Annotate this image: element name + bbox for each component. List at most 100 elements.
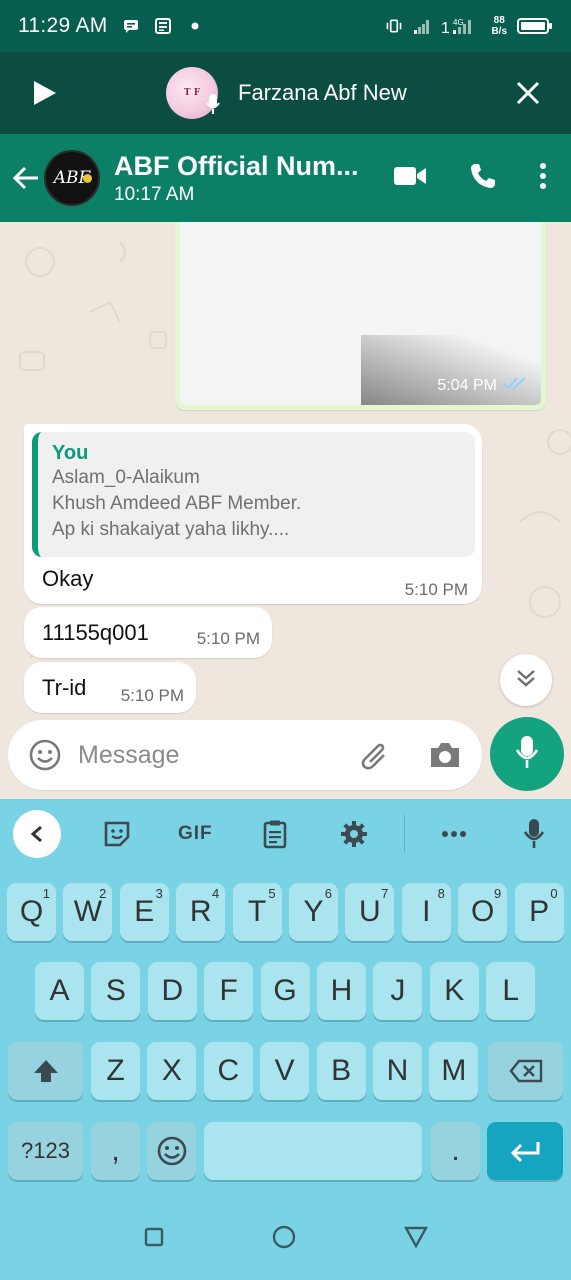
scroll-to-bottom-button[interactable] <box>500 654 552 706</box>
key[interactable]: I8 <box>401 883 451 941</box>
key[interactable]: X <box>147 1042 197 1100</box>
message-time: 5:10 PM <box>196 629 260 648</box>
shift-key[interactable] <box>8 1042 83 1100</box>
message-time: 5:10 PM <box>120 686 184 705</box>
key[interactable]: D <box>147 962 197 1020</box>
home-circle-icon[interactable] <box>272 1225 296 1254</box>
voice-contact-name: Farzana Abf New <box>238 80 407 105</box>
key[interactable]: J <box>373 962 423 1020</box>
key[interactable]: Q1 <box>7 883 56 941</box>
voice-input-icon[interactable] <box>523 819 545 849</box>
comma-key[interactable]: , <box>91 1122 140 1180</box>
voice-call-icon[interactable] <box>469 162 497 195</box>
key[interactable]: S <box>91 962 141 1020</box>
key[interactable]: W2 <box>63 883 113 941</box>
close-icon[interactable] <box>515 80 541 106</box>
key-label: E <box>134 895 155 928</box>
key[interactable]: Z <box>91 1042 140 1100</box>
back-triangle-icon[interactable] <box>403 1226 428 1253</box>
key-label: N <box>386 1054 409 1087</box>
vibrate-icon <box>385 18 403 34</box>
key[interactable]: Y6 <box>289 883 338 941</box>
key-number-hint: 1 <box>42 886 50 901</box>
key[interactable]: A <box>35 962 84 1020</box>
key-number-hint: 2 <box>99 886 107 901</box>
key[interactable]: M <box>429 1042 479 1100</box>
news-notification-icon <box>154 18 172 34</box>
mic-mini-icon <box>206 93 220 115</box>
key[interactable]: U7 <box>345 883 395 941</box>
message-input[interactable]: Message <box>78 741 358 770</box>
image-time: 5:04 PM <box>437 376 497 394</box>
recents-square-icon[interactable] <box>144 1227 164 1252</box>
more-horizontal-icon[interactable] <box>441 819 467 849</box>
key-label: M <box>441 1054 467 1087</box>
emoji-key[interactable] <box>147 1122 196 1180</box>
key[interactable]: O9 <box>458 883 508 941</box>
svg-text:1: 1 <box>441 20 450 35</box>
enter-key[interactable] <box>487 1122 563 1180</box>
video-call-icon[interactable] <box>393 165 427 192</box>
message-text: Okay <box>42 566 94 591</box>
voice-note-bar[interactable]: T F Farzana Abf New <box>0 52 571 134</box>
key-label: W <box>73 895 103 928</box>
status-time: 11:29 AM <box>18 14 108 37</box>
quoted-line: Khush Amdeed ABF Member. <box>52 493 302 514</box>
contact-name[interactable]: ABF Official Num... <box>114 151 359 182</box>
clipboard-icon[interactable] <box>262 819 288 849</box>
key[interactable]: R4 <box>176 883 226 941</box>
chat-area[interactable]: 5:04 PM You Aslam_0-Alaikum Khush Amdeed… <box>0 222 571 720</box>
incoming-message[interactable]: Tr-id 5:10 PM <box>24 662 196 713</box>
symbols-key[interactable]: ?123 <box>8 1122 83 1180</box>
attach-icon[interactable] <box>358 738 392 772</box>
reply-message[interactable]: You Aslam_0-Alaikum Khush Amdeed ABF Mem… <box>24 424 482 604</box>
contact-info[interactable]: ABF Official Num... 10:17 AM <box>114 151 359 206</box>
period-key[interactable]: . <box>431 1122 480 1180</box>
quoted-line: Ap ki shakaiyat yaha likhy.... <box>52 519 290 540</box>
key[interactable]: E3 <box>119 883 169 941</box>
key-number-hint: 5 <box>268 886 276 901</box>
key[interactable]: N <box>373 1042 422 1100</box>
settings-gear-icon[interactable] <box>340 819 368 849</box>
chat-header: ABF ABF Official Num... 10:17 AM <box>0 134 571 222</box>
key[interactable]: P0 <box>514 883 564 941</box>
gif-button[interactable]: GIF <box>178 819 213 849</box>
more-options-icon[interactable] <box>539 162 547 195</box>
key[interactable]: L <box>486 962 536 1020</box>
key-label: I <box>422 895 431 928</box>
backspace-key[interactable] <box>488 1042 563 1100</box>
key[interactable]: B <box>316 1042 366 1100</box>
key[interactable]: T5 <box>232 883 282 941</box>
sticker-icon[interactable] <box>102 819 132 849</box>
message-text: 11155q001 <box>42 620 149 645</box>
message-text: Tr-id <box>42 675 87 700</box>
image-message[interactable]: 5:04 PM <box>175 222 546 410</box>
camera-icon[interactable] <box>428 740 462 770</box>
space-key[interactable] <box>204 1122 422 1180</box>
keyboard-toolbar: GIF <box>0 799 571 871</box>
key[interactable]: G <box>260 962 310 1020</box>
play-icon[interactable] <box>30 79 58 107</box>
keyboard: GIF ?123 , . Q 1 W 2 E 3 R 4 T 5 Y 6 U 7… <box>0 799 571 1280</box>
voice-contact-avatar: T F <box>166 67 220 119</box>
key-number-hint: 6 <box>324 886 332 901</box>
key[interactable]: C <box>203 1042 253 1100</box>
incoming-message[interactable]: 11155q001 5:10 PM <box>24 607 272 658</box>
contact-avatar[interactable]: ABF <box>44 150 100 206</box>
emoji-icon[interactable] <box>28 738 62 772</box>
message-input-box[interactable]: Message <box>8 720 482 790</box>
key-label: V <box>274 1054 295 1087</box>
message-notification-icon <box>122 18 140 34</box>
key[interactable]: H <box>317 962 366 1020</box>
key[interactable]: V <box>260 1042 310 1100</box>
keyboard-collapse-button[interactable] <box>13 810 61 858</box>
double-check-icon <box>503 376 527 395</box>
key[interactable]: F <box>204 962 254 1020</box>
signal-2-icon: 1 4G <box>441 18 481 35</box>
record-voice-button[interactable] <box>490 717 564 791</box>
back-arrow-icon[interactable] <box>12 164 40 192</box>
status-bar: 11:29 AM 1 4G 88 B/s <box>0 0 571 52</box>
key-label: R <box>189 895 212 928</box>
key[interactable]: K <box>429 962 479 1020</box>
quoted-message[interactable]: You Aslam_0-Alaikum Khush Amdeed ABF Mem… <box>32 432 475 557</box>
